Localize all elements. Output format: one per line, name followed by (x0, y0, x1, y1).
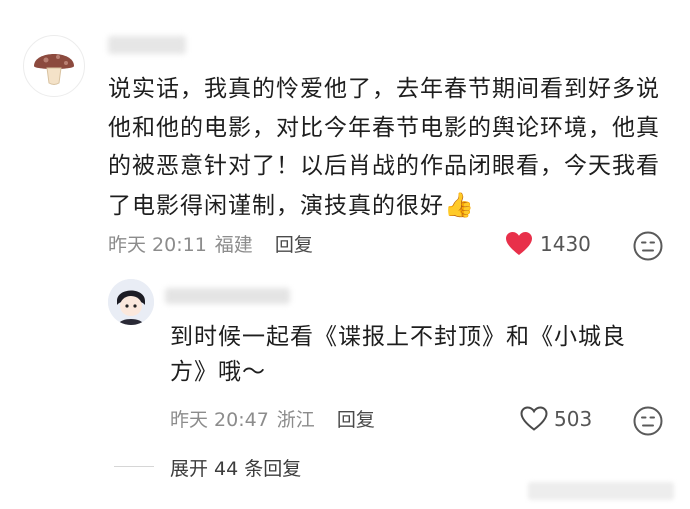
mushroom-avatar-icon[interactable] (23, 35, 85, 97)
heart-outline-icon (520, 406, 548, 431)
like-button[interactable]: 1430 (505, 229, 591, 259)
cartoon-avatar-icon[interactable] (108, 279, 154, 325)
comment-text: 说实话，我真的怜爱他了，去年春节期间看到好多说他和他的电影，对比今年春节电影的舆… (108, 70, 668, 225)
expand-replies-button[interactable]: 展开 44 条回复 (170, 453, 301, 481)
thumbs-up-emoji: 👍 (444, 190, 475, 219)
reply-meta: 昨天 20:47 浙江 回复 (170, 403, 375, 433)
reply-button[interactable]: 回复 (337, 405, 375, 432)
reply-time: 昨天 20:47 (170, 408, 269, 431)
face-emoji-icon[interactable] (632, 405, 664, 437)
username-blurred[interactable] (108, 36, 186, 54)
reply-text: 到时候一起看《谍报上不封顶》和《小城良方》哦～ (170, 324, 626, 385)
watermark-blurred (528, 482, 674, 500)
face-emoji-icon[interactable] (632, 230, 664, 262)
reply-button[interactable]: 回复 (275, 230, 313, 257)
comment-time: 昨天 20:11 (108, 233, 207, 256)
heart-filled-icon (506, 232, 532, 255)
comment-meta: 昨天 20:11 福建 回复 (108, 228, 313, 258)
username-blurred[interactable] (165, 288, 290, 304)
like-count: 1430 (540, 232, 591, 256)
comment-location: 福建 (214, 233, 253, 256)
reply-location: 浙江 (276, 408, 315, 431)
like-button[interactable]: 503 (520, 404, 592, 434)
comment-body: 说实话，我真的怜爱他了，去年春节期间看到好多说他和他的电影，对比今年春节电影的舆… (108, 76, 660, 219)
divider (114, 466, 154, 467)
like-count: 503 (554, 407, 593, 431)
